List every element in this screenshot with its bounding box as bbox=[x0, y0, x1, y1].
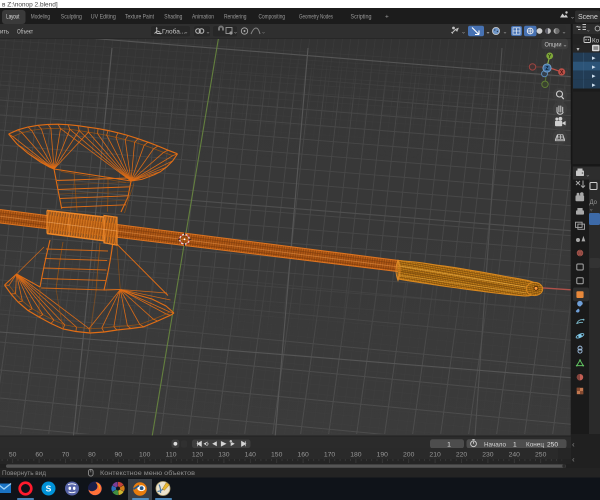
svg-text:Ко: Ко bbox=[592, 38, 600, 45]
svg-text:80: 80 bbox=[88, 452, 96, 459]
svg-text:Scene: Scene bbox=[578, 14, 598, 21]
svg-text:Compositing: Compositing bbox=[259, 14, 286, 21]
svg-text:Rendering: Rendering bbox=[224, 14, 247, 21]
svg-text:90: 90 bbox=[115, 452, 123, 459]
svg-text:60: 60 bbox=[35, 452, 43, 459]
svg-text:⌄: ⌄ bbox=[570, 15, 575, 21]
svg-text:▸: ▸ bbox=[592, 73, 596, 80]
svg-text:Конец: Конец bbox=[526, 442, 544, 449]
svg-text:Объект: Объект bbox=[17, 28, 33, 36]
svg-text:Shading: Shading bbox=[164, 14, 182, 21]
svg-text:⌄: ⌄ bbox=[562, 30, 567, 36]
svg-text:Повернуть вид: Повернуть вид bbox=[2, 470, 46, 477]
svg-text:Z: Z bbox=[545, 66, 548, 72]
svg-text:S: S bbox=[46, 484, 52, 494]
svg-text:190: 190 bbox=[377, 452, 389, 459]
svg-text:Глоба...: Глоба... bbox=[162, 28, 185, 36]
svg-text:230: 230 bbox=[482, 452, 494, 459]
svg-text:220: 220 bbox=[456, 452, 468, 459]
svg-text:⌄: ⌄ bbox=[503, 30, 508, 36]
svg-text:50: 50 bbox=[9, 452, 17, 459]
svg-text:До: До bbox=[590, 200, 598, 206]
svg-text:130: 130 bbox=[218, 452, 230, 459]
svg-text:⌄: ⌄ bbox=[563, 43, 568, 49]
svg-text:120: 120 bbox=[192, 452, 204, 459]
svg-text:▾: ▾ bbox=[577, 47, 580, 53]
svg-text:70: 70 bbox=[62, 452, 70, 459]
svg-text:210: 210 bbox=[429, 452, 441, 459]
svg-text:⌄: ⌄ bbox=[184, 30, 189, 36]
svg-text:Layout: Layout bbox=[6, 14, 19, 21]
svg-text:ить: ить bbox=[0, 29, 10, 36]
svg-text:150: 150 bbox=[271, 452, 283, 459]
svg-text:Начало: Начало bbox=[484, 442, 506, 449]
svg-text:Sculpting: Sculpting bbox=[61, 14, 82, 21]
svg-text:⌄: ⌄ bbox=[233, 30, 238, 36]
svg-text:200: 200 bbox=[403, 452, 415, 459]
svg-text:⌄: ⌄ bbox=[486, 30, 491, 36]
svg-text:240: 240 bbox=[509, 452, 521, 459]
svg-text:в Z:\попор 2.blend]: в Z:\попор 2.blend] bbox=[2, 2, 58, 9]
svg-text:140: 140 bbox=[245, 452, 257, 459]
svg-text:1: 1 bbox=[447, 441, 451, 448]
svg-text:170: 170 bbox=[324, 452, 336, 459]
svg-text:100: 100 bbox=[139, 452, 151, 459]
svg-text:160: 160 bbox=[297, 452, 309, 459]
svg-text:Animation: Animation bbox=[192, 14, 214, 21]
svg-text:Опции: Опции bbox=[545, 42, 562, 49]
svg-text:180: 180 bbox=[350, 452, 362, 459]
svg-text:⌄: ⌄ bbox=[586, 173, 591, 179]
svg-text:Texture Paint: Texture Paint bbox=[125, 14, 154, 21]
svg-text:⌄: ⌄ bbox=[206, 30, 211, 36]
svg-text:+: + bbox=[385, 14, 389, 21]
svg-text:‹: ‹ bbox=[572, 440, 575, 449]
svg-text:▸: ▸ bbox=[592, 82, 596, 89]
svg-text:Scripting: Scripting bbox=[351, 14, 372, 21]
svg-text:250: 250 bbox=[547, 442, 558, 449]
svg-text:⌄: ⌄ bbox=[586, 28, 591, 34]
svg-text:⌄: ⌄ bbox=[261, 30, 266, 36]
svg-text:Modeling: Modeling bbox=[31, 14, 50, 21]
svg-text:110: 110 bbox=[166, 452, 177, 459]
svg-text:UV Editing: UV Editing bbox=[91, 14, 116, 21]
svg-text:▸: ▸ bbox=[592, 64, 596, 71]
svg-text:Контекстное меню объектов: Контекстное меню объектов bbox=[100, 469, 196, 477]
svg-text:Geometry Nodes: Geometry Nodes bbox=[299, 14, 334, 21]
svg-text:⌄: ⌄ bbox=[461, 30, 466, 36]
svg-text:▸: ▸ bbox=[592, 55, 596, 62]
svg-text:250: 250 bbox=[535, 452, 547, 459]
svg-text:‹: ‹ bbox=[572, 455, 575, 464]
svg-text:1: 1 bbox=[513, 442, 517, 449]
